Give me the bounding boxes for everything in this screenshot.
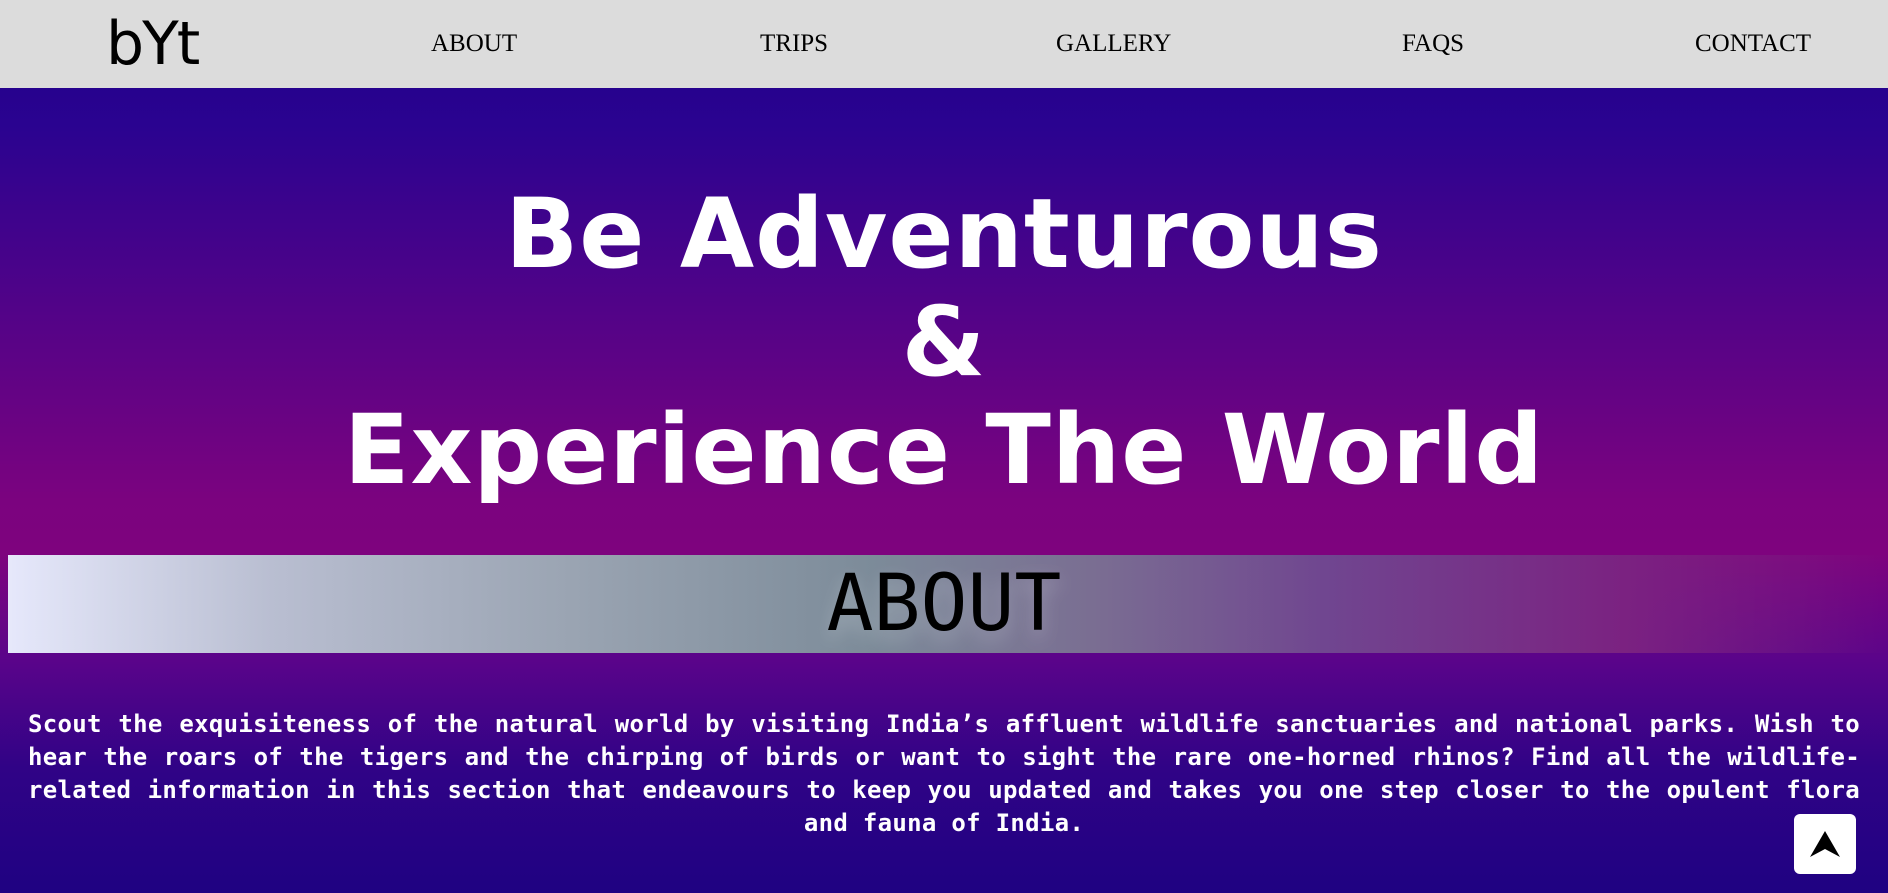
nav-link-trips[interactable]: TRIPS bbox=[760, 0, 828, 88]
hero-line-1: Be Adventurous bbox=[505, 178, 1383, 290]
nav-link-gallery[interactable]: GALLERY bbox=[1056, 0, 1171, 88]
about-description: Scout the exquisiteness of the natural w… bbox=[28, 710, 1860, 837]
navbar: bYt ABOUT TRIPS GALLERY FAQS CONTACT bbox=[0, 0, 1888, 88]
about-title: ABOUT bbox=[826, 559, 1062, 649]
nav-link-contact[interactable]: CONTACT bbox=[1695, 0, 1811, 88]
back-to-top-button[interactable] bbox=[1794, 814, 1856, 874]
hero-line-2: & bbox=[901, 286, 987, 398]
arrow-up-icon bbox=[1810, 831, 1840, 857]
hero-line-3: Experience The World bbox=[343, 394, 1545, 506]
hero-heading: Be Adventurous & Experience The World bbox=[0, 180, 1888, 504]
nav-link-faqs[interactable]: FAQS bbox=[1402, 0, 1464, 88]
nav-link-about[interactable]: ABOUT bbox=[431, 0, 517, 88]
hero-section: Be Adventurous & Experience The World bbox=[0, 180, 1888, 504]
nav-links: ABOUT TRIPS GALLERY FAQS CONTACT bbox=[0, 0, 1888, 88]
